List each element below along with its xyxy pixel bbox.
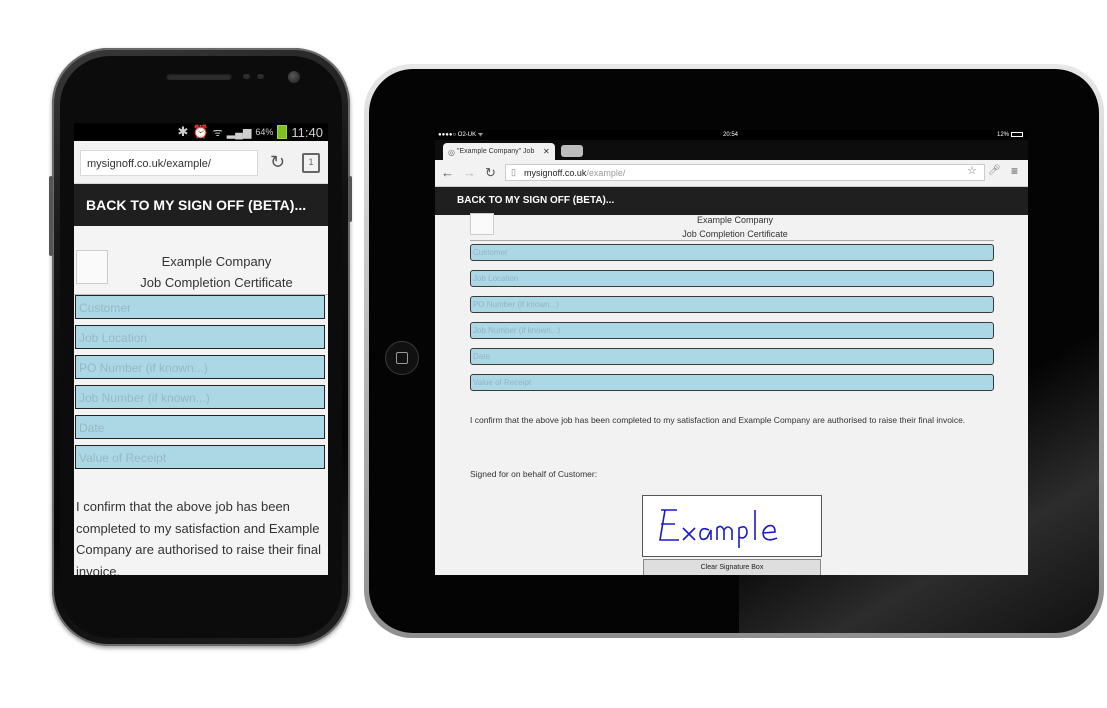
phone-screen: ✱ ⏰ ᯤ ▂▄▆ 64% 11:40 mysignoff.co.uk/exam… xyxy=(74,123,328,575)
reload-icon[interactable]: ↻ xyxy=(485,165,496,181)
carrier: ●●●●○ O2-UK ᯤ xyxy=(438,132,484,138)
date-field[interactable]: Date xyxy=(470,348,994,365)
phone-sensor xyxy=(243,74,250,79)
date-field[interactable]: Date xyxy=(75,415,325,439)
home-button-icon xyxy=(396,352,408,364)
back-link[interactable]: BACK TO MY SIGN OFF (BETA)... xyxy=(435,187,1028,215)
url-host: mysignoff.co.uk xyxy=(524,168,587,178)
menu-icon[interactable]: ≡ xyxy=(1011,164,1018,178)
po-number-field[interactable]: PO Number (if known...) xyxy=(75,355,325,379)
tablet-status-bar: ●●●●○ O2-UK ᯤ 20:54 12% xyxy=(435,130,1028,140)
phone-camera xyxy=(288,71,300,83)
clock: 11:40 xyxy=(291,124,323,140)
battery-icon xyxy=(1011,132,1023,137)
bookmark-star-icon[interactable]: ☆ xyxy=(967,164,977,177)
value-of-receipt-field[interactable]: Value of Receipt xyxy=(470,374,994,391)
form-content: Example Company Job Completion Certifica… xyxy=(74,226,328,575)
signature-box[interactable] xyxy=(642,495,822,557)
tablet-screen: ●●●●○ O2-UK ᯤ 20:54 12% "Example Company… xyxy=(435,130,1028,575)
confirmation-text: I confirm that the above job has been co… xyxy=(76,499,321,575)
form-content: Example Company Job Completion Certifica… xyxy=(435,213,1028,575)
globe-icon: ◎ xyxy=(448,148,455,157)
company-logo xyxy=(470,213,494,235)
job-number-field[interactable]: Job Number (if known...) xyxy=(470,322,994,339)
battery-icon xyxy=(277,125,288,139)
customer-field[interactable]: Customer xyxy=(470,244,994,261)
alarm-icon: ⏰ xyxy=(192,124,209,139)
value-of-receipt-field[interactable]: Value of Receipt xyxy=(75,445,325,469)
battery-percent: 64% xyxy=(255,127,274,137)
phone-volume-button[interactable] xyxy=(49,176,53,256)
job-location-field[interactable]: Job Location xyxy=(470,270,994,287)
customer-field[interactable]: Customer xyxy=(75,295,325,319)
certificate-title: Job Completion Certificate xyxy=(140,275,293,290)
back-link[interactable]: BACK TO MY SIGN OFF (BETA)... xyxy=(74,184,328,226)
bluetooth-icon: ✱ xyxy=(177,124,189,139)
phone-browser-toolbar: mysignoff.co.uk/example/ ↻ 1 xyxy=(74,141,328,184)
tab-strip: "Example Company" Job ◎ ✕ xyxy=(435,140,1028,160)
company-name: Example Company xyxy=(696,215,774,225)
battery-percent: 12% xyxy=(997,132,1010,138)
forward-arrow-icon[interactable]: → xyxy=(463,165,476,180)
company-name: Example Company xyxy=(161,254,272,269)
po-number-field[interactable]: PO Number (if known...) xyxy=(470,296,994,313)
tablet-browser-toolbar: ← → ↻ mysignoff.co.uk/example/ ▯ ☆ 🎤︎ ≡ xyxy=(435,160,1028,187)
clear-signature-button[interactable]: Clear Signature Box xyxy=(643,559,821,575)
phone-status-bar: ✱ ⏰ ᯤ ▂▄▆ 64% 11:40 xyxy=(74,123,328,141)
wifi-icon: ᯤ xyxy=(212,126,223,139)
microphone-icon[interactable]: 🎤︎ xyxy=(988,165,1001,176)
address-bar[interactable]: mysignoff.co.uk/example/ xyxy=(505,164,985,181)
signature-drawing xyxy=(659,509,778,548)
new-tab-button[interactable] xyxy=(561,145,583,157)
page-icon: ▯ xyxy=(511,167,516,177)
company-logo xyxy=(76,250,108,284)
phone-power-button[interactable] xyxy=(348,176,352,222)
certificate-title: Job Completion Certificate xyxy=(682,229,788,239)
browser-tab[interactable]: "Example Company" Job xyxy=(443,143,555,160)
phone-sensor xyxy=(257,74,264,79)
signed-label: Signed for on behalf of Customer: xyxy=(470,469,598,479)
job-number-field[interactable]: Job Number (if known...) xyxy=(75,385,325,409)
clock: 20:54 xyxy=(723,132,739,138)
url-path: /example/ xyxy=(586,168,626,178)
divider xyxy=(470,240,994,241)
confirmation-text: I confirm that the above job has been co… xyxy=(470,415,966,425)
address-bar[interactable]: mysignoff.co.uk/example/ xyxy=(80,150,258,176)
close-tab-icon[interactable]: ✕ xyxy=(543,143,550,160)
phone-speaker xyxy=(166,73,232,80)
reload-icon[interactable]: ↻ xyxy=(270,152,285,173)
back-arrow-icon[interactable]: ← xyxy=(441,165,454,180)
signal-icon: ▂▄▆ xyxy=(226,126,252,139)
job-location-field[interactable]: Job Location xyxy=(75,325,325,349)
tabs-icon[interactable]: 1 xyxy=(302,153,320,173)
